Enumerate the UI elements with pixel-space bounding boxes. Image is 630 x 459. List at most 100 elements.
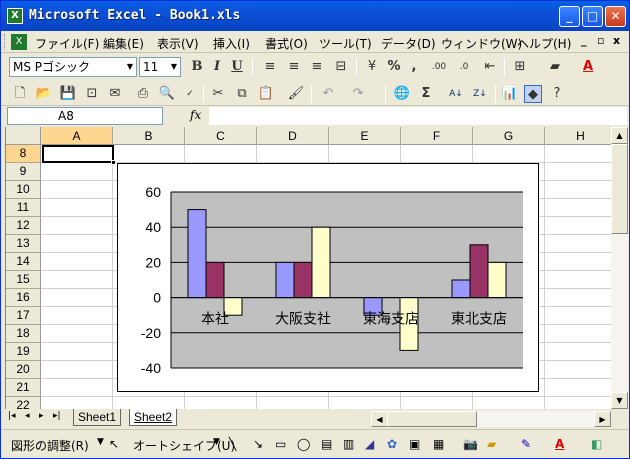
menu-window[interactable]: ウィンドウ(W) — [441, 35, 522, 52]
doc-restore-button[interactable]: ▫ — [597, 34, 604, 47]
row-header[interactable]: 12 — [6, 217, 41, 235]
scroll-thumb[interactable] — [611, 144, 628, 234]
permission-icon[interactable]: ⊡ — [83, 85, 101, 103]
sort-descending-button[interactable]: Z↓ — [471, 85, 489, 103]
arrow-icon[interactable]: ↘ — [253, 437, 263, 451]
workbook-icon[interactable]: X — [11, 34, 27, 50]
hscroll-thumb[interactable] — [387, 411, 477, 427]
underline-button[interactable]: U — [228, 58, 246, 76]
column-header-a[interactable]: A — [41, 127, 113, 145]
help-icon[interactable]: ? — [548, 85, 566, 103]
draw-font-color-button[interactable]: A — [555, 437, 564, 451]
column-header-h[interactable]: H — [545, 127, 617, 145]
embedded-chart[interactable]: -40 -20 0 20 40 60 本社 大阪支社 東海支店 東北支店 — [117, 163, 539, 392]
sheet-tab-sheet2[interactable]: Sheet2 — [129, 409, 178, 426]
draw-menu-button[interactable]: 図形の調整(R) — [11, 437, 89, 454]
excel-app-icon[interactable]: X — [7, 8, 23, 24]
menu-view[interactable]: 表示(V) — [157, 35, 199, 52]
font-color-button[interactable]: A — [579, 58, 597, 76]
align-center-icon[interactable]: ≡ — [285, 58, 303, 76]
textbox-icon[interactable]: ▤ — [321, 437, 332, 451]
vertical-scrollbar[interactable]: ▲ ▼ — [611, 127, 628, 409]
horizontal-scrollbar[interactable]: ◀ ▶ — [371, 411, 611, 427]
format-painter-icon[interactable]: 🖌 — [287, 85, 305, 103]
picture-icon[interactable]: ▦ — [433, 437, 444, 451]
column-header-b[interactable]: B — [113, 127, 185, 145]
fill-color-icon[interactable]: ▰ — [546, 58, 564, 76]
drawing-toggle-icon[interactable]: ◆ — [524, 85, 542, 103]
row-header[interactable]: 19 — [6, 343, 41, 361]
print-icon[interactable]: ⎙ — [134, 85, 152, 103]
clipart-icon[interactable]: ▣ — [409, 437, 420, 451]
column-header-d[interactable]: D — [257, 127, 329, 145]
chevron-down-icon[interactable]: ▼ — [124, 58, 136, 76]
font-size-combo[interactable]: 11 ▼ — [139, 57, 181, 77]
bold-button[interactable]: B — [188, 58, 206, 76]
title-bar[interactable]: X Microsoft Excel - Book1.xls _ □ ✕ — [1, 1, 629, 31]
open-icon[interactable]: 📂 — [35, 85, 53, 103]
italic-button[interactable]: I — [208, 58, 226, 76]
menu-file[interactable]: ファイル(F) — [35, 35, 99, 52]
borders-icon[interactable]: ⊞ — [511, 58, 529, 76]
column-header-f[interactable]: F — [401, 127, 473, 145]
row-header[interactable]: 8 — [6, 145, 41, 163]
scroll-down-icon[interactable]: ▼ — [611, 392, 628, 409]
active-cell[interactable] — [42, 145, 114, 163]
row-header[interactable]: 17 — [6, 307, 41, 325]
save-icon[interactable]: 💾 — [59, 85, 77, 103]
copy-icon[interactable]: ⧉ — [233, 85, 251, 103]
percent-button[interactable]: % — [385, 58, 403, 76]
menu-data[interactable]: データ(D) — [381, 35, 436, 52]
first-sheet-icon[interactable]: |◂ — [8, 411, 16, 421]
doc-close-button[interactable]: x — [613, 34, 620, 47]
line-icon[interactable]: ╲ — [229, 437, 236, 451]
chevron-down-icon[interactable]: ▼ — [213, 437, 220, 447]
menu-help[interactable]: ヘルプ(H) — [517, 35, 571, 52]
menu-format[interactable]: 書式(O) — [265, 35, 308, 52]
row-header[interactable]: 9 — [6, 163, 41, 181]
diagram-icon[interactable]: ✿ — [387, 437, 397, 451]
minimize-button[interactable]: _ — [559, 6, 580, 27]
select-all-corner[interactable] — [6, 127, 41, 145]
column-header-e[interactable]: E — [329, 127, 401, 145]
spelling-icon[interactable]: ✓ — [181, 85, 199, 103]
next-sheet-icon[interactable]: ▸ — [39, 411, 44, 421]
cut-icon[interactable]: ✂ — [209, 85, 227, 103]
row-header[interactable]: 21 — [6, 379, 41, 397]
name-box[interactable]: A8 — [7, 107, 163, 125]
print-preview-icon[interactable]: 🔍 — [158, 85, 176, 103]
sort-ascending-button[interactable]: A↓ — [447, 85, 465, 103]
menu-insert[interactable]: 挿入(I) — [213, 35, 250, 52]
oval-icon[interactable]: ◯ — [297, 437, 310, 451]
row-header[interactable]: 22 — [6, 397, 41, 409]
chevron-down-icon[interactable]: ▼ — [168, 58, 180, 76]
merge-center-icon[interactable]: ⊟ — [332, 58, 350, 76]
row-header[interactable]: 10 — [6, 181, 41, 199]
last-sheet-icon[interactable]: ▸| — [53, 411, 61, 421]
3d-style-icon[interactable]: ◧ — [591, 437, 602, 451]
chevron-down-icon[interactable]: ▼ — [97, 437, 104, 447]
chart-wizard-icon[interactable]: 📊 — [501, 85, 519, 103]
menu-edit[interactable]: 編集(E) — [103, 35, 144, 52]
comma-button[interactable]: , — [405, 58, 423, 76]
increase-decimal-button[interactable]: .00 — [427, 58, 451, 76]
fx-icon[interactable]: fx — [190, 108, 201, 122]
select-objects-icon[interactable]: ↖ — [109, 437, 119, 451]
undo-icon[interactable]: ↶ — [319, 85, 337, 103]
scroll-left-icon[interactable]: ◀ — [371, 411, 388, 427]
font-name-combo[interactable]: MS Pゴシック ▼ — [9, 57, 137, 77]
redo-icon[interactable]: ↷ — [349, 85, 367, 103]
close-button[interactable]: ✕ — [605, 6, 626, 27]
align-left-icon[interactable]: ≡ — [261, 58, 279, 76]
rectangle-icon[interactable]: ▭ — [275, 437, 286, 451]
paste-icon[interactable]: 📋 — [257, 85, 275, 103]
row-header[interactable]: 16 — [6, 289, 41, 307]
menu-tools[interactable]: ツール(T) — [319, 35, 372, 52]
row-header[interactable]: 14 — [6, 253, 41, 271]
camera-icon[interactable]: 📷 — [463, 437, 478, 451]
sheet-tab-sheet1[interactable]: Sheet1 — [73, 409, 122, 426]
row-header[interactable]: 11 — [6, 199, 41, 217]
wordart-icon[interactable]: ◢ — [365, 437, 374, 451]
maximize-button[interactable]: □ — [582, 6, 603, 27]
autosum-button[interactable]: Σ — [417, 85, 435, 103]
